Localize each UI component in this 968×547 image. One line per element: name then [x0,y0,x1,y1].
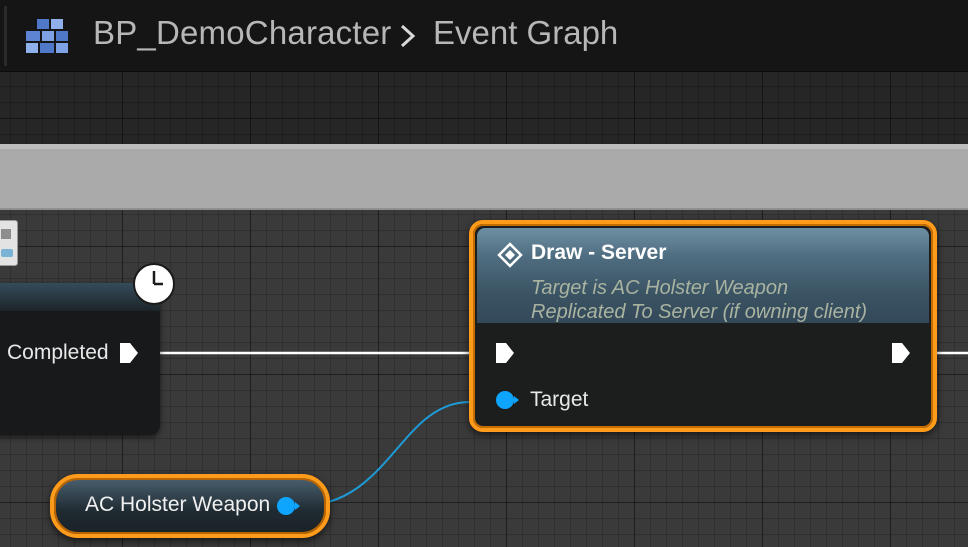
node-subtitle-replication: Replicated To Server (if owning client) [531,301,868,323]
blueprint-icon [26,19,68,53]
chevron-right-icon [400,24,416,48]
function-diamond-icon [497,242,523,268]
node-subtitle-target: Target is AC Holster Weapon [531,277,789,299]
graph-canvas-dark-band [0,72,968,144]
breadcrumb-graph[interactable]: Event Graph [433,14,618,52]
node-title: Draw - Server [531,241,667,264]
completed-exec-pin[interactable] [118,341,140,365]
variable-node-label: AC Holster Weapon [85,493,271,516]
graph-comment-band [0,144,968,210]
variable-output-pin[interactable] [275,495,301,517]
target-object-pin[interactable] [494,389,520,411]
completed-pin-label: Completed [7,341,109,364]
graph-breadcrumb-bar: BP_DemoCharacter Event Graph [0,0,968,72]
target-pin-label: Target [530,388,589,411]
clock-icon [133,263,175,305]
exec-in-pin[interactable] [494,341,516,365]
draw-server-header: Draw - Server Target is AC Holster Weapo… [477,228,929,323]
breadcrumb-blueprint[interactable]: BP_DemoCharacter [93,14,392,52]
bar-edge-divider [4,6,7,66]
exec-out-pin[interactable] [890,341,912,365]
node-type-icon [0,220,18,266]
